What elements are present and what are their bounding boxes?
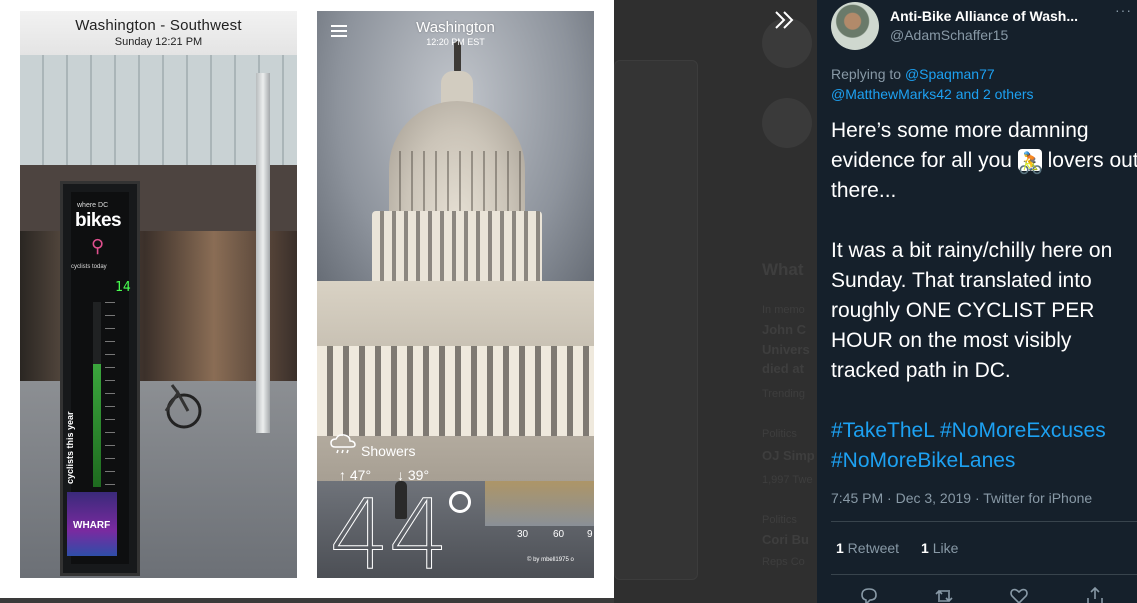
degree-icon [449, 491, 471, 513]
user-handle[interactable]: @AdamSchaffer15 [890, 27, 1008, 43]
counter-today-label: cyclists today [71, 264, 107, 270]
tweet-actions [831, 584, 1137, 603]
photo-header: Washington - Southwest Sunday 12:21 PM [20, 11, 297, 55]
media-image[interactable]: Washington - Southwest Sunday 12:21 PM w… [0, 0, 614, 603]
background-text: 1,997 Twe [762, 474, 813, 486]
photo-credit: © by mbell1975 o [527, 557, 574, 563]
background-text: Politics [762, 428, 797, 440]
replying-prefix: Replying to [831, 66, 905, 82]
background-text: died at [762, 361, 804, 376]
replying-to: Replying to @Spaqman77 [831, 66, 995, 82]
background-avatar [762, 98, 812, 148]
display-name[interactable]: Anti-Bike Alliance of Wash... [890, 8, 1078, 24]
retweet-icon[interactable] [934, 586, 954, 603]
cyclist-emoji-icon: 🚴 [1017, 149, 1044, 175]
retweet-count: 1 [836, 540, 844, 556]
bike-counter-totem: where DC bikes ⚲ cyclists today 14 cycli… [60, 181, 140, 576]
background-text: OJ Simp [762, 448, 815, 463]
tweet-text: Here’s some more damning evidence for al… [831, 116, 1137, 476]
collapse-panel-icon[interactable] [772, 8, 796, 32]
capitol-columns [317, 346, 594, 436]
background-card [614, 60, 698, 580]
like-label: Like [928, 540, 959, 556]
lamp-pole [256, 73, 270, 433]
background-text: In memo [762, 304, 805, 316]
retweet-label: Retweet [843, 540, 900, 556]
bike-counter-photo: Washington - Southwest Sunday 12:21 PM w… [20, 11, 297, 578]
tweet-stats: 1 Retweet 1 Like [836, 540, 958, 556]
weather-city: Washington [416, 19, 495, 36]
tweet-paragraph: Here’s some more damning evidence for al… [831, 116, 1137, 206]
tweet-panel: Anti-Bike Alliance of Wash... @AdamSchaf… [817, 0, 1137, 603]
media-viewer: What In memo John C Univers died at Tren… [0, 0, 1137, 603]
divider [831, 521, 1137, 522]
graph-axis-label: 9 [587, 529, 593, 540]
sponsor-label: WHARF [73, 520, 111, 531]
hashtag-links[interactable]: #TakeTheL #NoMoreExcuses #NoMoreBikeLane… [831, 416, 1137, 476]
background-text: John C [762, 322, 807, 337]
tweet-paragraph: It was a bit rainy/chilly here on Sunday… [831, 239, 1113, 382]
retweets-stat[interactable]: 1 Retweet [836, 540, 899, 556]
mention-link[interactable]: @MatthewMarks42 and 2 others [831, 86, 1034, 102]
graph-axis-label: 60 [553, 529, 565, 540]
background-text: Reps Co [762, 556, 805, 568]
mention-link[interactable]: @Spaqman77 [905, 66, 995, 82]
background-text: Cori Bu [762, 532, 809, 547]
background-heading: What [762, 260, 804, 279]
counter-gauge-ticks [105, 302, 115, 487]
counter-brand-small: where DC [77, 202, 109, 209]
counter-bike-icon: ⚲ [91, 236, 105, 256]
divider [831, 574, 1137, 575]
graph-axis-label: 30 [517, 529, 529, 540]
photo-datetime: Sunday 12:21 PM [114, 36, 203, 48]
counter-gauge-fill [93, 364, 101, 487]
share-icon[interactable] [1085, 586, 1105, 603]
reply-icon[interactable] [859, 586, 879, 603]
like-icon[interactable] [1009, 586, 1029, 603]
tweet-timestamp[interactable]: 7:45 PM · Dec 3, 2019 · Twitter for iPho… [831, 490, 1092, 506]
like-count: 1 [921, 540, 929, 556]
weather-graph [485, 481, 594, 526]
photo-location: Washington - Southwest [75, 17, 242, 34]
counter-today-value: 14 [115, 280, 131, 295]
background-text: Univers [762, 342, 810, 357]
background-text: Trending [762, 388, 806, 400]
capitol-weather-photo: Washington 12:20 PM EST Showers ↑ 47° ↓ … [317, 11, 594, 578]
counter-year-label: cyclists this year [65, 411, 75, 484]
more-options-icon[interactable]: ··· [1115, 2, 1132, 18]
weather-time: 12:20 PM EST [426, 37, 485, 47]
weather-temperature: 44 [328, 479, 449, 579]
counter-brand: bikes [75, 210, 122, 231]
background-text: Politics [762, 514, 797, 526]
avatar[interactable] [831, 2, 879, 50]
media-bottom-edge [0, 598, 614, 603]
likes-stat[interactable]: 1 Like [921, 540, 958, 556]
bicycle-icon [164, 384, 202, 429]
weather-condition: Showers [361, 443, 416, 459]
rain-cloud-icon [330, 434, 356, 454]
